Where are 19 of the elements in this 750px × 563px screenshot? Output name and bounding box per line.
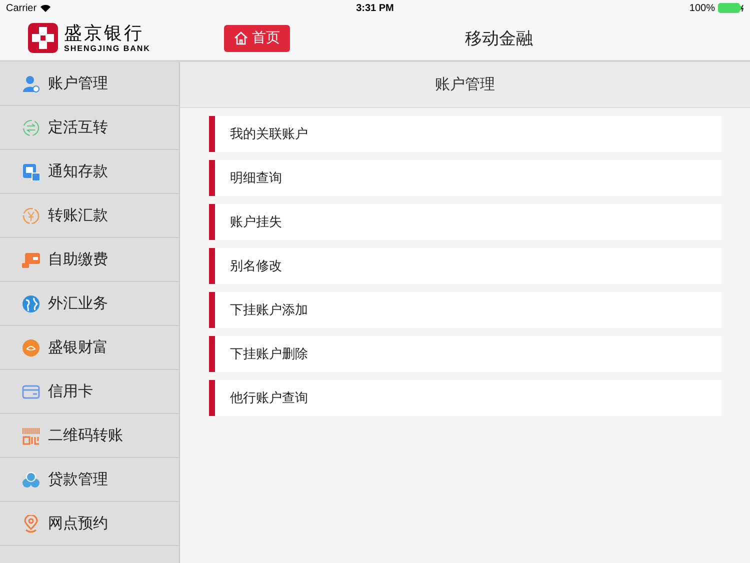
app-title: 移动金融 (465, 28, 533, 50)
menu-item[interactable]: 别名修改 (209, 248, 721, 284)
section-title: 账户管理 (180, 62, 750, 108)
home-button[interactable]: 首页 (224, 24, 290, 52)
menu-item[interactable]: 明细查询 (209, 160, 721, 196)
status-time: 3:31 PM (356, 2, 394, 14)
bank-name-english: SHENGJING BANK (64, 44, 150, 52)
bank-logo-icon (28, 23, 58, 53)
menu-item[interactable]: 下挂账户添加 (209, 292, 721, 328)
battery-text: 100% (689, 2, 715, 14)
home-icon (234, 31, 248, 45)
menu-item[interactable]: 我的关联账户 (209, 116, 721, 152)
wifi-icon (40, 4, 51, 12)
bank-name: 盛京银行 (64, 24, 145, 44)
menu-item[interactable]: 他行账户查询 (209, 380, 721, 416)
battery-icon (718, 3, 744, 13)
carrier-text: Carrier (6, 2, 37, 14)
menu-item[interactable]: 下挂账户删除 (209, 336, 721, 372)
menu-item[interactable]: 账户挂失 (209, 204, 721, 240)
